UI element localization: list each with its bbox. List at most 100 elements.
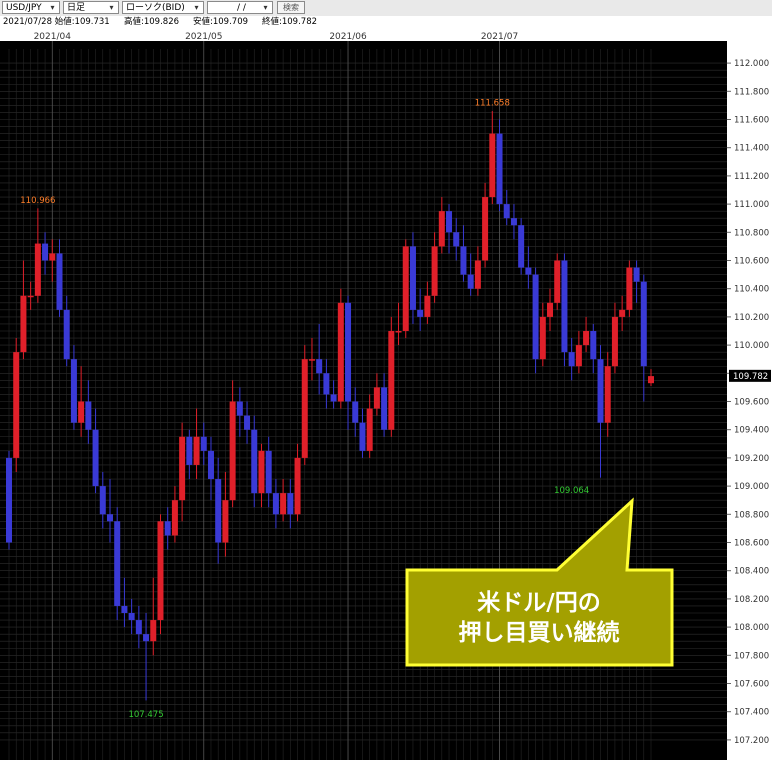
candle-body: [56, 253, 63, 310]
y-tick-label: 111.200: [734, 172, 769, 182]
info-close: 終値:109.782: [262, 17, 318, 27]
candle-body: [164, 521, 171, 536]
y-tick-label: 107.400: [734, 708, 769, 718]
date-input-value: / /: [237, 3, 246, 13]
candle-body: [510, 218, 517, 226]
candle-body: [402, 246, 409, 331]
chart-type-select[interactable]: ローソク(BID) ▾: [122, 1, 204, 14]
candle-body: [272, 493, 279, 515]
chevron-down-icon: ▾: [50, 3, 55, 12]
high-price-label: 111.658: [475, 98, 510, 108]
candle-body: [648, 376, 654, 384]
candle-body: [193, 436, 200, 465]
y-tick-label: 111.400: [734, 144, 769, 154]
candle-body: [222, 500, 229, 543]
candle-body: [106, 514, 113, 522]
candle-body: [482, 197, 489, 261]
candle-body: [294, 457, 301, 515]
y-tick-label: 111.000: [734, 200, 769, 210]
candle-body: [395, 331, 402, 333]
candle-body: [150, 620, 157, 642]
info-date-open: 2021/07/28 始値:109.731: [3, 17, 110, 27]
candle-body: [467, 274, 474, 289]
chart-type-select-value: ローソク(BID): [126, 3, 185, 13]
y-tick-label: 110.600: [734, 257, 769, 267]
candle-body: [575, 345, 582, 367]
candle-body: [70, 359, 77, 423]
chevron-down-icon: ▾: [194, 3, 199, 12]
candle-body: [554, 260, 561, 303]
y-tick-label: 109.600: [734, 398, 769, 408]
candlestick-chart[interactable]: 2021/04 2021/05 2021/06 2021/07 112.000 111.…: [0, 28, 772, 760]
y-tick-label: 109.000: [734, 482, 769, 492]
candle-body: [525, 267, 532, 275]
candle-body: [186, 436, 193, 465]
candle-body: [244, 415, 251, 430]
candle-body: [359, 422, 366, 451]
candle-body: [157, 521, 164, 621]
pair-select[interactable]: USD/JPY ▾: [2, 1, 60, 14]
candle-body: [200, 436, 207, 451]
candle-body: [49, 253, 56, 261]
candle-body: [424, 295, 431, 317]
candle-body: [85, 401, 92, 430]
candle-body: [373, 387, 380, 409]
low-price-label: 109.064: [554, 486, 589, 496]
candle-body: [128, 613, 135, 621]
candle-body: [352, 401, 359, 423]
search-button[interactable]: 検索: [277, 1, 305, 14]
y-tick-label: 110.800: [734, 228, 769, 238]
candle-body: [453, 232, 460, 247]
candle-body: [258, 450, 265, 494]
y-tick-label: 107.800: [734, 651, 769, 661]
candle-body: [251, 429, 258, 494]
y-tick-label: 110.200: [734, 313, 769, 323]
candle-body: [496, 133, 503, 205]
x-tick-label: 2021/05: [185, 32, 222, 42]
y-tick-label: 107.600: [734, 680, 769, 690]
candle-body: [323, 373, 330, 395]
x-tick-label: 2021/06: [329, 32, 367, 42]
toolbar: USD/JPY ▾ 日足 ▾ ローソク(BID) ▾ / / ▾ 検索: [0, 0, 772, 17]
timeframe-select-value: 日足: [67, 3, 86, 13]
y-tick-label: 108.400: [734, 567, 769, 577]
candle-body: [539, 316, 546, 360]
pair-select-value: USD/JPY: [6, 3, 42, 13]
y-tick-label: 109.200: [734, 454, 769, 464]
candle-body: [438, 211, 445, 247]
candle-body: [121, 605, 128, 613]
y-tick-label: 108.800: [734, 510, 769, 520]
candle-body: [381, 387, 388, 430]
callout-line2: 押し目買い継続: [459, 619, 620, 646]
candle-body: [13, 352, 20, 458]
price-info-bar: 2021/07/28 始値:109.731 高値:109.826 安値:109.…: [0, 16, 772, 28]
candle-body: [92, 429, 99, 487]
y-tick-label: 111.600: [734, 116, 769, 126]
date-input[interactable]: / / ▾: [207, 1, 273, 14]
candle-body: [460, 246, 467, 275]
candle-body: [114, 521, 121, 606]
candle-body: [417, 309, 424, 317]
candle-body: [215, 479, 222, 543]
candle-body: [179, 436, 186, 501]
low-price-label: 107.475: [128, 710, 163, 720]
chevron-down-icon: ▾: [109, 3, 114, 12]
candle-body: [518, 225, 525, 268]
x-tick-label: 2021/07: [481, 32, 518, 42]
candle-body: [568, 352, 575, 367]
candle-body: [27, 295, 34, 298]
callout-line1: 米ドル/円の: [477, 590, 600, 616]
y-tick-label: 112.000: [734, 59, 769, 69]
candle-body: [489, 133, 496, 198]
timeframe-select[interactable]: 日足 ▾: [63, 1, 119, 14]
candle-body: [590, 331, 597, 360]
candle-body: [633, 267, 640, 282]
y-tick-label: 107.200: [734, 736, 769, 746]
candle-body: [265, 450, 272, 494]
candle-body: [99, 486, 106, 515]
candle-body: [207, 450, 214, 480]
candle-body: [143, 634, 150, 642]
candle-body: [236, 401, 243, 416]
candle-body: [611, 316, 618, 367]
candle-body: [597, 359, 604, 423]
